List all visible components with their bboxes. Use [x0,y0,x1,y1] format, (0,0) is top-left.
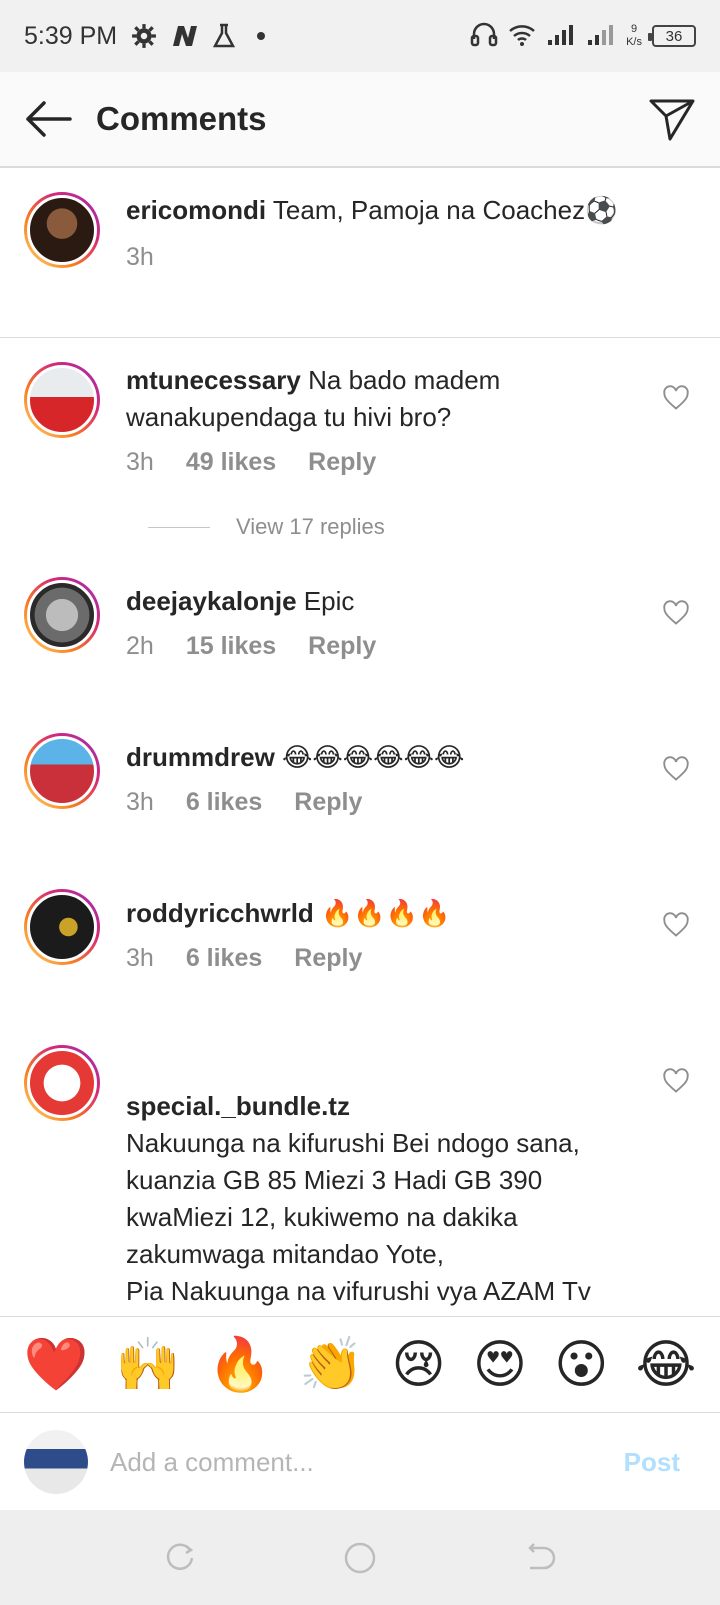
comment-time: 3h [126,944,154,972]
comment-username[interactable]: roddyricchwrld [126,898,314,928]
emoji-quick-bar: ❤️ 🙌 🔥 👏 😢 😍 😮 😂 [0,1316,720,1413]
back-arrow-icon [26,101,72,137]
comment-item: deejaykalonje Epic 2h 15 likes Reply [0,547,720,665]
network-speed-unit: K/s [626,36,642,48]
settings-icon [131,23,157,49]
comment-username[interactable]: deejaykalonje [126,586,297,616]
header: Comments [0,72,720,168]
status-bar: 5:39 PM 9 K/s 36 [0,0,720,72]
avatar[interactable] [24,192,100,268]
current-user-avatar [24,1430,88,1494]
system-nav-bar [0,1510,720,1605]
comment-item: drummdrew 😂😂😂😂😂😂 3h 6 likes Reply [0,665,720,821]
likes-count[interactable]: 15 likes [186,628,276,665]
comment-username[interactable]: drummdrew [126,742,275,772]
like-heart-icon[interactable] [662,911,690,939]
comment-text: Nakuunga na kifurushi Bei ndogo sana, ku… [126,1128,591,1316]
comment-item: roddyricchwrld 🔥🔥🔥🔥 3h 6 likes Reply [0,821,720,977]
likes-count[interactable]: 49 likes [186,444,276,481]
status-time: 5:39 PM [24,21,118,50]
headphones-icon [470,21,498,52]
emoji-heart[interactable]: ❤️ [24,1335,89,1395]
comment-username[interactable]: mtunecessary [126,365,301,395]
caption-text: Team, Pamoja na Coachez⚽ [272,195,618,225]
page-title: Comments [96,100,267,137]
emoji-laughing[interactable]: 😂 [636,1335,697,1395]
like-heart-icon[interactable] [662,1067,690,1095]
emoji-crying[interactable]: 😢 [391,1335,445,1395]
post-caption: ericomondi Team, Pamoja na Coachez⚽ 3h [0,170,720,338]
reply-button[interactable]: Reply [294,940,362,977]
comment-item: special._bundle.tz Nakuunga na kifurushi… [0,977,720,1316]
app-notification-icon [171,24,199,48]
emoji-surprised[interactable]: 😮 [554,1335,608,1395]
post-button[interactable]: Post [624,1447,680,1478]
avatar[interactable] [24,1045,100,1121]
reply-button[interactable]: Reply [294,784,362,821]
avatar[interactable] [24,889,100,965]
home-button[interactable] [340,1538,380,1578]
signal-secondary-icon [586,22,616,51]
likes-count[interactable]: 6 likes [186,940,262,977]
network-speed-value: 9 [630,23,638,35]
wifi-icon [508,22,536,51]
comment-text: Epic [303,586,355,616]
network-speed: 9 K/s [626,23,642,49]
emoji-clapping[interactable]: 👏 [299,1335,364,1395]
reply-button[interactable]: Reply [308,444,376,481]
view-replies-button[interactable]: View 17 replies [148,507,696,547]
recent-apps-icon [166,1542,194,1570]
like-heart-icon[interactable] [662,384,690,412]
comment-input[interactable] [110,1446,624,1478]
signal-icon [546,22,576,51]
back-nav-button[interactable] [520,1538,560,1578]
emoji-heart-eyes[interactable]: 😍 [473,1335,527,1395]
comment-username[interactable]: special._bundle.tz [126,1091,350,1121]
comment-item: mtunecessary Na bado madem wanakupendaga… [0,338,720,547]
send-icon [649,99,695,141]
avatar[interactable] [24,577,100,653]
caption-username[interactable]: ericomondi [126,195,266,225]
home-circle-icon [344,1542,376,1573]
replies-divider [148,526,210,528]
emoji-raised-hands[interactable]: 🙌 [116,1335,181,1395]
avatar[interactable] [24,362,100,438]
notification-dot-icon [257,32,266,40]
share-button[interactable] [644,92,700,148]
reply-button[interactable]: Reply [308,628,376,665]
comment-time: 3h [126,448,154,476]
back-nav-icon [528,1542,556,1569]
like-heart-icon[interactable] [662,599,690,627]
battery-icon: 36 [648,25,696,47]
comment-time: 3h [126,788,154,816]
comments-list: ericomondi Team, Pamoja na Coachez⚽ 3h m… [0,170,720,1316]
likes-count[interactable]: 6 likes [186,784,262,821]
flask-icon [213,23,236,49]
recent-apps-button[interactable] [160,1538,200,1578]
view-replies-label: View 17 replies [236,514,385,539]
comment-composer: Post [0,1414,720,1510]
avatar[interactable] [24,733,100,809]
comment-text: 😂😂😂😂😂😂 [282,742,465,772]
comment-time: 2h [126,632,154,660]
emoji-fire[interactable]: 🔥 [207,1335,272,1395]
caption-time: 3h [126,243,154,271]
like-heart-icon[interactable] [662,755,690,783]
back-button[interactable] [0,71,96,167]
comment-text: 🔥🔥🔥🔥 [321,898,451,928]
